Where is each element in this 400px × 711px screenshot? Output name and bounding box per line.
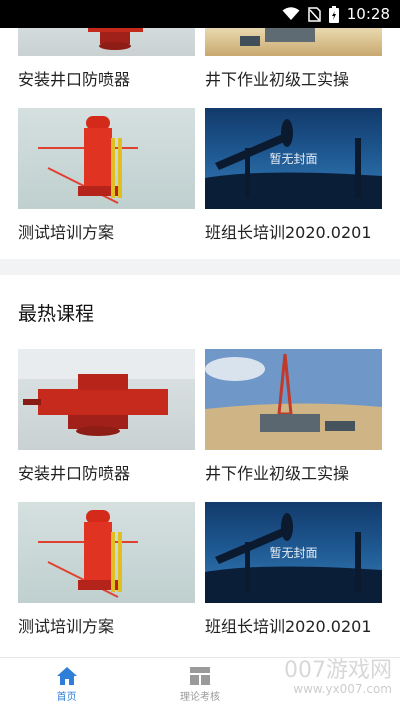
course-title: 测试培训方案 xyxy=(18,617,115,636)
battery-icon xyxy=(328,5,339,23)
course-thumbnail xyxy=(18,349,195,450)
course-title: 班组长培训2020.0201 xyxy=(205,617,372,636)
wifi-icon xyxy=(282,7,300,20)
course-card[interactable]: 测试培训方案 xyxy=(18,108,195,243)
course-thumbnail xyxy=(18,502,195,603)
home-scroll[interactable]: 安装井口防喷器 井下作业初级工实操 测试培训方案 暂无封面 班组长培训2020.… xyxy=(0,0,400,657)
tab-label: 首页 xyxy=(56,692,77,703)
watermark: 007游戏网 www.yx007.com xyxy=(284,658,392,697)
no-sim-icon xyxy=(308,6,321,22)
status-bar: 10:28 xyxy=(0,0,400,28)
course-title: 井下作业初级工实操 xyxy=(205,70,350,89)
course-card[interactable]: 暂无封面 班组长培训2020.0201 xyxy=(205,108,382,243)
section-title: 最热课程 xyxy=(0,275,400,349)
course-card[interactable]: 井下作业初级工实操 xyxy=(205,349,382,484)
course-title: 安装井口防喷器 xyxy=(18,464,131,483)
no-cover-label: 暂无封面 xyxy=(269,546,318,560)
recommended-courses: 安装井口防喷器 井下作业初级工实操 测试培训方案 暂无封面 班组长培训2020.… xyxy=(0,0,400,259)
status-time: 10:28 xyxy=(346,5,390,23)
exam-icon xyxy=(189,667,210,685)
tab-exam[interactable]: 理论考核 xyxy=(133,658,266,711)
course-card[interactable]: 测试培训方案 xyxy=(18,502,195,637)
course-title: 测试培训方案 xyxy=(18,223,115,242)
no-cover-label: 暂无封面 xyxy=(269,152,318,166)
course-thumbnail xyxy=(205,349,382,450)
tab-label: 理论考核 xyxy=(179,692,220,703)
home-icon xyxy=(56,667,77,685)
course-thumbnail xyxy=(18,108,195,209)
course-title: 井下作业初级工实操 xyxy=(205,464,350,483)
course-thumbnail: 暂无封面 xyxy=(205,108,382,209)
course-title: 安装井口防喷器 xyxy=(18,70,131,89)
course-card[interactable]: 安装井口防喷器 xyxy=(18,349,195,484)
tab-home[interactable]: 首页 xyxy=(0,658,133,711)
course-title: 班组长培训2020.0201 xyxy=(205,223,372,242)
hot-courses: 安装井口防喷器 井下作业初级工实操 测试培训方案 暂无封面 班组长培训2020.… xyxy=(0,349,400,657)
section-divider xyxy=(0,259,400,275)
course-card[interactable]: 暂无封面 班组长培训2020.0201 xyxy=(205,502,382,637)
course-thumbnail: 暂无封面 xyxy=(205,502,382,603)
